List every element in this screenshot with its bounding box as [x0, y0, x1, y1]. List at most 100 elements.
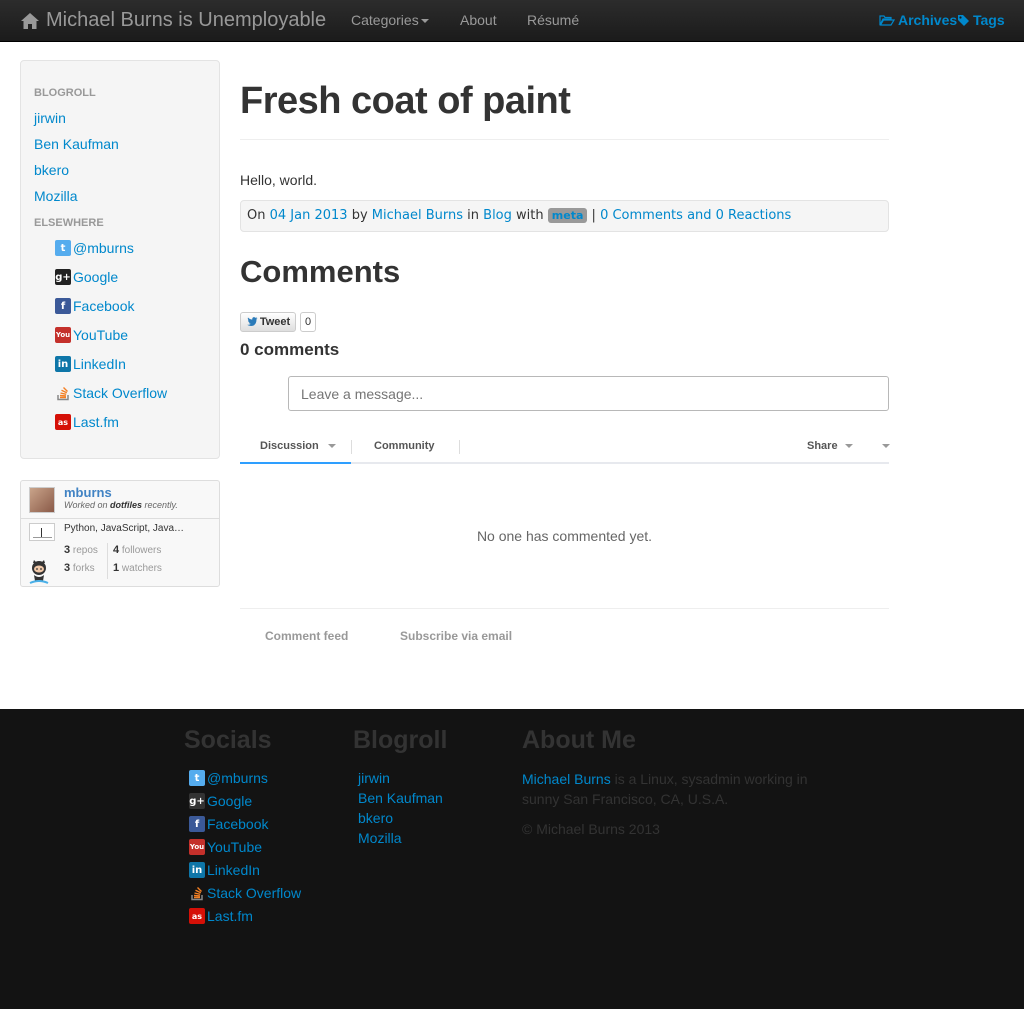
- google-plus-icon: g+: [189, 793, 205, 809]
- social-label: Last.fm: [73, 414, 119, 430]
- nav-about[interactable]: About: [460, 12, 497, 28]
- comment-feed-link[interactable]: Comment feed: [265, 629, 348, 643]
- nav-tags-label: Tags: [973, 12, 1005, 28]
- forks-stat: 3 forks: [64, 562, 95, 574]
- share-label: Share: [807, 440, 838, 452]
- blogroll-link[interactable]: Ben Kaufman: [34, 136, 119, 152]
- about-text: is a Linux, sysadmin working in: [610, 771, 808, 787]
- google-plus-icon: g+: [55, 269, 71, 285]
- github-languages: Python, JavaScript, Java…: [64, 523, 185, 534]
- social-link-google[interactable]: g+ Google: [55, 269, 118, 285]
- footer-social-twitter[interactable]: t @mburns: [189, 770, 268, 786]
- nav-archives[interactable]: Archives: [879, 12, 957, 28]
- caret-down-icon: [420, 19, 429, 24]
- footer-blogroll-link[interactable]: Mozilla: [358, 830, 402, 846]
- home-icon: [21, 12, 39, 29]
- social-link-twitter[interactable]: t @mburns: [55, 240, 134, 256]
- social-link-linkedin[interactable]: in LinkedIn: [55, 356, 126, 372]
- tweet-label: Tweet: [259, 316, 291, 328]
- twitter-bird-icon: [246, 317, 258, 326]
- footer-blogroll-link[interactable]: Ben Kaufman: [358, 790, 443, 806]
- social-label: Last.fm: [207, 908, 253, 924]
- footer-about-name-link[interactable]: Michael Burns: [522, 771, 611, 787]
- github-username[interactable]: mburns: [64, 485, 112, 500]
- social-link-facebook[interactable]: f Facebook: [55, 298, 134, 314]
- empty-comments-message: No one has commented yet.: [476, 528, 653, 544]
- footer-social-linkedin[interactable]: in LinkedIn: [189, 862, 260, 878]
- github-activity: Worked on dotfiles recently.: [64, 500, 178, 510]
- social-label: Stack Overflow: [73, 385, 168, 401]
- meta-text: with: [516, 208, 544, 223]
- blogroll-link[interactable]: Mozilla: [34, 188, 78, 204]
- social-label: @mburns: [207, 770, 268, 786]
- elsewhere-header: ELSEWHERE: [34, 217, 104, 229]
- brand-link[interactable]: Michael Burns is Unemployable: [20, 9, 326, 32]
- footer-about-text: Michael Burns is a Linux, sysadmin worki…: [522, 769, 808, 809]
- github-card: mburns Worked on dotfiles recently. Pyth…: [20, 480, 220, 587]
- facebook-icon: f: [189, 816, 205, 832]
- folder-open-icon: [879, 15, 895, 26]
- footer-social-facebook[interactable]: f Facebook: [189, 816, 268, 832]
- comment-input[interactable]: [288, 376, 889, 411]
- nav-categories-label: Categories: [351, 12, 419, 28]
- octocat-icon: [29, 560, 49, 584]
- social-label: @mburns: [73, 240, 134, 256]
- caret-down-icon: [844, 444, 853, 449]
- meta-text: On: [247, 208, 266, 223]
- post-body: Hello, world.: [240, 172, 318, 188]
- blogroll-header: BLOGROLL: [34, 87, 96, 99]
- footer-social-google[interactable]: g+ Google: [189, 793, 252, 809]
- divider: [21, 518, 219, 519]
- nav-tags[interactable]: Tags: [957, 12, 1005, 28]
- options-dropdown[interactable]: [880, 440, 890, 452]
- social-label: Google: [207, 793, 253, 809]
- tweet-count: 0: [300, 312, 316, 332]
- tab-community[interactable]: Community: [374, 440, 435, 452]
- nav-resume[interactable]: Résumé: [527, 12, 579, 28]
- youtube-icon: You: [55, 327, 71, 343]
- followers-stat: 4 followers: [113, 544, 162, 556]
- tag-badge[interactable]: meta: [547, 208, 588, 223]
- social-label: Stack Overflow: [207, 885, 302, 901]
- comments-heading: Comments: [240, 254, 401, 289]
- divider: [240, 608, 889, 609]
- social-label: YouTube: [207, 839, 263, 855]
- nav-archives-label: Archives: [898, 12, 958, 28]
- footer-socials-heading: Socials: [184, 726, 272, 754]
- nav-categories[interactable]: Categories: [351, 12, 429, 28]
- active-tab-indicator: [240, 462, 351, 464]
- footer-blogroll-link[interactable]: jirwin: [358, 770, 390, 786]
- blogroll-link[interactable]: bkero: [34, 162, 69, 178]
- social-link-stackoverflow[interactable]: Stack Overflow: [55, 385, 167, 401]
- language-chart-icon: [29, 523, 55, 541]
- footer-blogroll-link[interactable]: bkero: [358, 810, 393, 826]
- watchers-stat: 1 watchers: [113, 562, 162, 574]
- social-label: YouTube: [73, 327, 129, 343]
- footer-social-youtube[interactable]: You YouTube: [189, 839, 262, 855]
- subscribe-email-link[interactable]: Subscribe via email: [400, 629, 512, 643]
- stack-overflow-icon: [55, 385, 71, 401]
- blogroll-link[interactable]: jirwin: [34, 110, 66, 126]
- tweet-button[interactable]: Tweet: [240, 312, 296, 332]
- comments-link[interactable]: 0 Comments and 0 Reactions: [600, 208, 791, 223]
- caret-down-icon: [882, 444, 890, 449]
- footer-social-stackoverflow[interactable]: Stack Overflow: [189, 885, 301, 901]
- lastfm-icon: as: [189, 908, 205, 924]
- tab-discussion[interactable]: Discussion: [260, 440, 336, 452]
- twitter-icon: t: [189, 770, 205, 786]
- tag-icon: [958, 14, 969, 26]
- footer-blogroll-heading: Blogroll: [353, 726, 448, 754]
- share-dropdown[interactable]: Share: [807, 440, 853, 452]
- meta-text: by: [351, 208, 368, 223]
- post-date-link[interactable]: 04 Jan 2013: [270, 208, 348, 223]
- social-link-youtube[interactable]: You YouTube: [55, 327, 128, 343]
- twitter-icon: t: [55, 240, 71, 256]
- meta-text: in: [467, 208, 480, 223]
- category-link[interactable]: Blog: [483, 208, 512, 223]
- about-text: sunny San Francisco, CA, U.S.A.: [522, 791, 729, 807]
- social-link-lastfm[interactable]: as Last.fm: [55, 414, 119, 430]
- footer-social-lastfm[interactable]: as Last.fm: [189, 908, 253, 924]
- author-link[interactable]: Michael Burns: [372, 208, 463, 223]
- page-title: Fresh coat of paint: [240, 80, 571, 122]
- youtube-icon: You: [189, 839, 205, 855]
